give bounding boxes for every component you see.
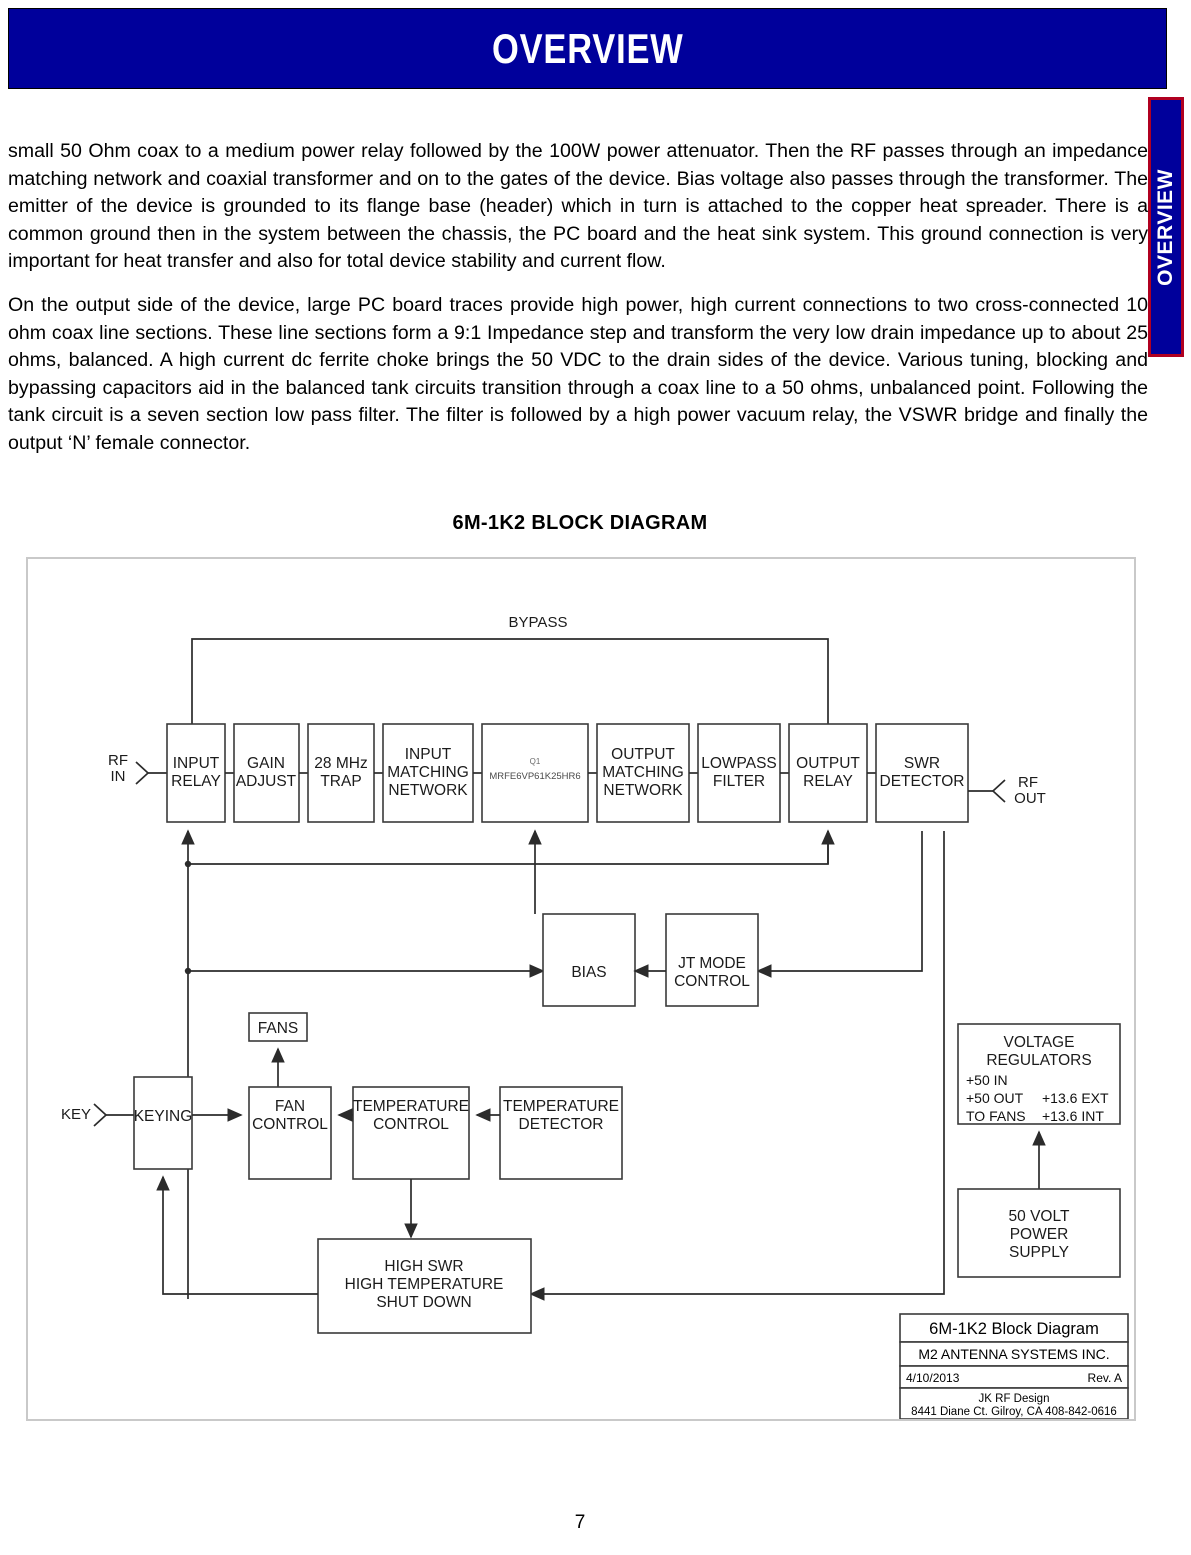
title-block-company: M2 ANTENNA SYSTEMS INC. <box>918 1346 1109 1362</box>
block-input-matching-line1: INPUT <box>405 746 452 763</box>
block-shutdown-line3: SHUT DOWN <box>376 1294 471 1311</box>
overview-paragraph-1: small 50 Ohm coax to a medium power rela… <box>8 140 1148 272</box>
block-jt-mode-control[interactable]: JT MODE CONTROL <box>665 913 759 1007</box>
block-28mhz-trap-line1: 28 MHz <box>314 755 367 772</box>
block-shutdown-line2: HIGH TEMPERATURE <box>345 1276 504 1293</box>
control-wiring <box>181 829 945 1301</box>
block-28mhz-trap-line2: TRAP <box>320 773 361 790</box>
block-lowpass-filter[interactable]: LOWPASS FILTER <box>697 723 781 823</box>
block-jt-mode-line1: JT MODE <box>678 955 746 972</box>
block-output-matching-network[interactable]: OUTPUT MATCHING NETWORK <box>596 723 690 823</box>
bypass-label: BYPASS <box>509 614 568 631</box>
rf-out-connector: RF OUT <box>968 774 1046 807</box>
signal-chain-row: INPUT RELAY GAIN ADJUST 28 MHz TRAP INPU… <box>166 723 969 823</box>
block-input-matching-line2: MATCHING <box>387 764 469 781</box>
block-bias[interactable]: BIAS <box>542 913 636 1007</box>
block-q1-label: Q1 <box>530 757 541 766</box>
block-output-relay-line2: RELAY <box>803 773 853 790</box>
block-temp-detector-line1: TEMPERATURE <box>503 1098 619 1115</box>
block-q1-device[interactable]: Q1 MRFE6VP61K25HR6 <box>481 723 589 823</box>
power-supply-line2: POWER <box>1010 1226 1069 1243</box>
block-power-supply[interactable]: 50 VOLT POWER SUPPLY <box>957 1188 1121 1278</box>
rf-out-label-line1: RF <box>1018 774 1038 791</box>
block-keying-label: KEYING <box>134 1108 193 1125</box>
block-diagram-svg: BYPASS RF IN INPUT RELAY GAIN ADJUST 28 … <box>61 614 1129 1419</box>
rf-in-label-line2: IN <box>111 768 126 785</box>
block-fan-control-line1: FAN <box>275 1098 305 1115</box>
block-swr-detector[interactable]: SWR DETECTOR <box>875 723 969 823</box>
block-temp-detector-line2: DETECTOR <box>519 1116 604 1133</box>
block-diagram-frame: BYPASS RF IN INPUT RELAY GAIN ADJUST 28 … <box>26 557 1136 1421</box>
power-supply-line1: 50 VOLT <box>1009 1208 1070 1225</box>
overview-paragraph-2: On the output side of the device, large … <box>8 294 1148 454</box>
voltage-reg-row2-right: +13.6 INT <box>1042 1108 1104 1124</box>
title-block-address: 8441 Diane Ct. Gilroy, CA 408-842-0616 <box>911 1406 1117 1418</box>
block-fan-control[interactable]: FAN CONTROL <box>248 1086 332 1180</box>
voltage-regulators-title-line1: VOLTAGE <box>1004 1034 1075 1051</box>
block-shutdown-line1: HIGH SWR <box>384 1258 463 1275</box>
block-fan-control-line2: CONTROL <box>252 1116 328 1133</box>
block-diagram-title: 6M-1K2 BLOCK DIAGRAM <box>452 512 708 534</box>
voltage-reg-row0-left: +50 IN <box>966 1072 1008 1088</box>
voltage-reg-row1-right: +13.6 EXT <box>1042 1090 1109 1106</box>
block-fans[interactable]: FANS <box>248 1012 308 1042</box>
block-input-relay[interactable]: INPUT RELAY <box>166 723 226 823</box>
title-block-drawing-title: 6M-1K2 Block Diagram <box>929 1320 1099 1338</box>
block-input-relay-line1: INPUT <box>173 755 220 772</box>
block-gain-adjust[interactable]: GAIN ADJUST <box>233 723 300 823</box>
block-output-relay-line1: OUTPUT <box>796 755 860 772</box>
page-header-banner: OVERVIEW <box>8 8 1167 89</box>
block-lowpass-filter-line1: LOWPASS <box>701 755 777 772</box>
block-output-matching-line2: MATCHING <box>602 764 684 781</box>
block-input-relay-line2: RELAY <box>171 773 221 790</box>
block-gain-adjust-line1: GAIN <box>247 755 285 772</box>
title-block-revision: Rev. A <box>1088 1371 1122 1385</box>
block-28mhz-trap[interactable]: 28 MHz TRAP <box>307 723 375 823</box>
block-temp-control-line2: CONTROL <box>373 1116 449 1133</box>
rf-in-connector: RF IN <box>108 752 167 785</box>
power-supply-line3: SUPPLY <box>1009 1244 1069 1261</box>
block-gain-adjust-line2: ADJUST <box>236 773 297 790</box>
voltage-regulators-title-line2: REGULATORS <box>986 1052 1091 1069</box>
block-output-relay[interactable]: OUTPUT RELAY <box>788 723 868 823</box>
voltage-reg-row1-left: +50 OUT <box>966 1090 1024 1106</box>
rf-in-label-line1: RF <box>108 752 128 769</box>
block-high-swr-shutdown[interactable]: HIGH SWR HIGH TEMPERATURE SHUT DOWN <box>317 1238 532 1334</box>
block-output-matching-line3: NETWORK <box>603 782 683 799</box>
rf-out-label-line2: OUT <box>1014 790 1046 807</box>
block-temp-control-line1: TEMPERATURE <box>353 1098 469 1115</box>
page-title: OVERVIEW <box>491 24 684 72</box>
block-jt-mode-line2: CONTROL <box>674 973 750 990</box>
section-side-tab-label: OVERVIEW <box>1154 168 1177 286</box>
block-swr-detector-line1: SWR <box>904 755 940 772</box>
block-keying[interactable]: KEYING <box>133 1076 193 1170</box>
block-voltage-regulators[interactable]: VOLTAGE REGULATORS +50 IN +50 OUT +13.6 … <box>957 1023 1121 1125</box>
block-fans-label: FANS <box>258 1020 298 1037</box>
section-side-tab: OVERVIEW <box>1148 97 1184 357</box>
block-bias-label: BIAS <box>571 964 606 981</box>
block-temperature-detector[interactable]: TEMPERATURE DETECTOR <box>499 1086 623 1180</box>
block-input-matching-network[interactable]: INPUT MATCHING NETWORK <box>382 723 474 823</box>
title-block-date: 4/10/2013 <box>906 1371 960 1385</box>
block-lowpass-filter-line2: FILTER <box>713 773 765 790</box>
title-block-designer: JK RF Design <box>979 1393 1050 1405</box>
drawing-title-block: 6M-1K2 Block Diagram M2 ANTENNA SYSTEMS … <box>899 1313 1129 1419</box>
key-label: KEY <box>61 1106 91 1123</box>
page-number: 7 <box>574 1512 586 1533</box>
block-temperature-control[interactable]: TEMPERATURE CONTROL <box>352 1086 470 1180</box>
block-swr-detector-line2: DETECTOR <box>880 773 965 790</box>
block-q1-partnumber: MRFE6VP61K25HR6 <box>489 771 580 782</box>
block-output-matching-line1: OUTPUT <box>611 746 675 763</box>
voltage-reg-row2-left: TO FANS <box>966 1108 1026 1124</box>
block-input-matching-line3: NETWORK <box>388 782 468 799</box>
key-connector: KEY <box>61 1103 134 1127</box>
